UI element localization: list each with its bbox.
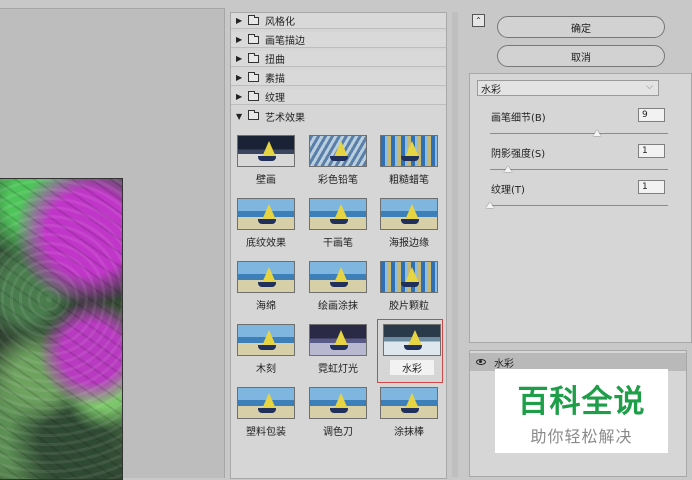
folder-icon — [248, 90, 259, 101]
watermark-title: 百科全说 — [517, 383, 646, 420]
filter-label: 彩色铅笔 — [318, 175, 358, 186]
filter-thumbnail-image — [309, 387, 367, 419]
filter-label: 干画笔 — [323, 238, 353, 249]
filter-thumbnail-image — [237, 135, 295, 167]
filter-thumbnail-image — [309, 135, 367, 167]
brush-detail-label: 画笔细节(B) — [491, 113, 546, 124]
filter-thumb-palette-knife[interactable]: 调色刀 — [305, 385, 371, 445]
filter-thumb-sponge[interactable]: 海绵 — [233, 259, 299, 319]
filter-thumbnail-grid: 壁画 彩色铅笔 粗糙蜡笔 底纹效果 干画笔 海报边缘 海绵 绘画涂抹 胶片颗粒 … — [231, 133, 446, 453]
slider-thumb[interactable] — [486, 202, 494, 208]
filter-label: 壁画 — [256, 175, 276, 186]
filter-thumb-poster-edges[interactable]: 海报边缘 — [376, 196, 442, 256]
filter-thumbnail-image — [309, 198, 367, 230]
filter-thumb-plastic-wrap[interactable]: 塑料包装 — [233, 385, 299, 445]
shadow-intensity-input[interactable]: 1 — [638, 144, 665, 158]
preview-pane — [0, 8, 225, 480]
filter-thumb-fresco[interactable]: 壁画 — [233, 133, 299, 193]
filter-label: 胶片颗粒 — [389, 301, 429, 312]
category-texture[interactable]: ▶ 纹理 — [231, 89, 446, 105]
preview-image[interactable] — [0, 178, 123, 480]
shadow-intensity-slider[interactable] — [490, 166, 668, 172]
eye-icon[interactable] — [476, 359, 486, 365]
filter-label: 水彩 — [390, 360, 434, 375]
filter-thumbnail-image — [380, 198, 438, 230]
filter-thumbnail-image — [237, 324, 295, 356]
filter-thumb-cutout[interactable]: 木刻 — [233, 322, 299, 382]
filter-thumb-dry-brush[interactable]: 干画笔 — [305, 196, 371, 256]
filter-thumb-watercolor[interactable]: 水彩 — [377, 319, 445, 383]
brush-detail-input[interactable]: 9 — [638, 108, 665, 122]
collapse-arrow-icon: ▼ — [236, 111, 243, 121]
expand-arrow-icon: ▶ — [236, 16, 243, 25]
category-artistic[interactable]: ▼ 艺术效果 — [231, 108, 446, 124]
filter-label: 塑料包装 — [246, 427, 286, 438]
category-distort[interactable]: ▶ 扭曲 — [231, 51, 446, 67]
filter-thumb-paint-daubs[interactable]: 绘画涂抹 — [305, 259, 371, 319]
expand-arrow-icon: ▶ — [236, 73, 243, 82]
category-label: 素描 — [265, 74, 285, 85]
filter-select[interactable]: 水彩 ⌵ — [477, 80, 659, 96]
chevron-down-icon: ⌵ — [646, 82, 653, 92]
texture-slider[interactable] — [486, 202, 668, 208]
slider-thumb[interactable] — [592, 130, 601, 136]
expand-arrow-icon: ▶ — [236, 54, 243, 63]
filter-thumbnail-image — [237, 261, 295, 293]
filter-thumb-rough-pastels[interactable]: 粗糙蜡笔 — [376, 133, 442, 193]
filter-label: 粗糙蜡笔 — [389, 175, 429, 186]
brush-detail-slider[interactable] — [490, 130, 668, 136]
filter-label: 调色刀 — [323, 427, 353, 438]
filter-thumb-smudge-stick[interactable]: 涂抹棒 — [376, 385, 442, 445]
folder-icon — [248, 14, 259, 25]
filter-thumb-film-grain[interactable]: 胶片颗粒 — [376, 259, 442, 319]
category-label: 纹理 — [265, 93, 285, 104]
folder-icon — [248, 52, 259, 63]
texture-input[interactable]: 1 — [638, 180, 665, 194]
watermark: 百科全说 助你轻松解决 — [495, 369, 668, 453]
filter-thumbnail-image — [383, 324, 441, 356]
filter-thumbnail-image — [380, 135, 438, 167]
texture-label: 纹理(T) — [491, 185, 525, 196]
filter-label: 涂抹棒 — [394, 427, 424, 438]
ok-button[interactable]: 确定 — [497, 16, 665, 38]
category-label: 画笔描边 — [265, 36, 305, 47]
filter-label: 底纹效果 — [246, 238, 286, 249]
filter-thumb-neon-glow[interactable]: 霓虹灯光 — [305, 322, 371, 382]
shadow-intensity-label: 阴影强度(S) — [491, 149, 546, 160]
folder-icon — [248, 33, 259, 44]
filter-thumb-underpainting[interactable]: 底纹效果 — [233, 196, 299, 256]
filter-label: 绘画涂抹 — [318, 301, 358, 312]
filter-thumbnail-image — [380, 261, 438, 293]
filter-thumb-colored-pencil[interactable]: 彩色铅笔 — [305, 133, 371, 193]
folder-icon — [248, 110, 259, 120]
category-label: 风格化 — [265, 17, 295, 28]
filter-gallery-tree: ▶ 风格化 ▶ 画笔描边 ▶ 扭曲 ▶ 素描 ▶ 纹理 ▼ 艺术效果 壁画 彩色… — [230, 12, 447, 479]
filter-thumbnail-image — [237, 387, 295, 419]
category-label: 扭曲 — [265, 55, 285, 66]
filter-label: 霓虹灯光 — [318, 364, 358, 375]
filter-label: 木刻 — [256, 364, 276, 375]
collapse-icon[interactable]: ⌃ — [472, 14, 485, 27]
watermark-subtitle: 助你轻松解决 — [530, 426, 633, 446]
folder-icon — [248, 71, 259, 82]
expand-arrow-icon: ▶ — [236, 92, 243, 101]
filter-label: 海报边缘 — [389, 238, 429, 249]
category-stylize[interactable]: ▶ 风格化 — [231, 13, 446, 29]
filter-thumbnail-image — [237, 198, 295, 230]
filter-thumbnail-image — [309, 261, 367, 293]
category-brush-strokes[interactable]: ▶ 画笔描边 — [231, 32, 446, 48]
expand-arrow-icon: ▶ — [236, 35, 243, 44]
category-sketch[interactable]: ▶ 素描 — [231, 70, 446, 86]
filter-thumbnail-image — [380, 387, 438, 419]
filter-tree-scrollbar[interactable] — [452, 12, 458, 477]
effect-layer-name: 水彩 — [494, 358, 514, 370]
slider-thumb[interactable] — [503, 166, 512, 172]
category-label: 艺术效果 — [265, 112, 305, 124]
filter-label: 海绵 — [256, 301, 276, 312]
cancel-button[interactable]: 取消 — [497, 45, 665, 67]
filter-select-value: 水彩 — [481, 84, 501, 96]
filter-thumbnail-image — [309, 324, 367, 356]
